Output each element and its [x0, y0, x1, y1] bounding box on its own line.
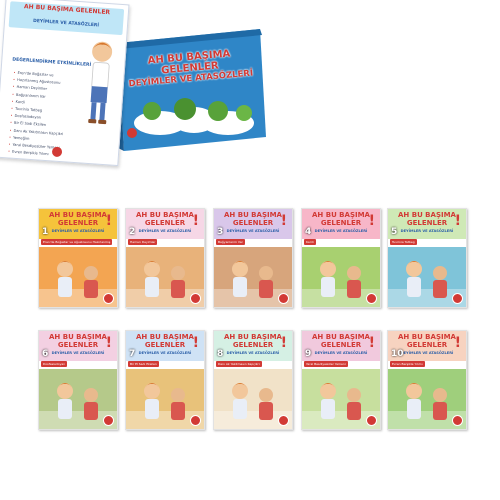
book-title: AH BU BAŞIMA GELENLER — [312, 211, 370, 227]
seal-icon — [127, 128, 137, 138]
book-title: AH BU BAŞIMA GELENLER — [224, 211, 282, 227]
exclamation-icon: ! — [192, 335, 199, 351]
exclamation-icon: ! — [192, 213, 199, 229]
book-number: 7 — [129, 349, 136, 359]
card-list-heading: DEĞERLENDİRME ETKİNLİKLERİ — [12, 57, 92, 68]
book-number: 9 — [305, 349, 312, 359]
book-series: DEYİMLER VE ATASÖZLERİ — [226, 351, 280, 355]
book-cover-9: AH BU BAŞIMA GELENLER! DEYİMLER VE ATASÖZL… — [301, 330, 381, 430]
tree — [236, 105, 252, 121]
book-ribbon: Hamarı Deyimler — [128, 239, 158, 245]
exclamation-icon: ! — [454, 213, 461, 229]
book-ribbon: Yaral Besdiyesizler Yemeni — [304, 361, 348, 367]
book-series: DEYİMLER VE ATASÖZLERİ — [314, 229, 368, 233]
book-ribbon: Bir El Sadı Eksilen — [128, 361, 159, 367]
book-cover-6: AH BU BAŞIMA GELENLER! DEYİMLER VE ATASÖZL… — [38, 330, 118, 430]
tree — [208, 101, 228, 121]
book-title: AH BU BAŞIMA GELENLER — [136, 333, 194, 349]
back-cover-card: AH BU BAŞIMA GELENLER DEYİMLER VE ATASÖZ… — [0, 0, 130, 167]
book-number: 3 — [217, 227, 224, 237]
book-title: AH BU BAŞIMA GELENLER — [312, 333, 370, 349]
boy-illustration — [88, 41, 113, 125]
book-series: DEYİMLER VE ATASÖZLERİ — [400, 229, 454, 233]
book-number: 4 — [305, 227, 312, 237]
book-ribbon: Tuvrinia Tatbeg — [390, 239, 417, 245]
book-cover-10: AH BU BAŞIMA GELENLER! DEYİMLER VE ATASÖZL… — [387, 330, 467, 430]
book-ribbon: Bağyanlarım Var — [216, 239, 245, 245]
seal-icon — [278, 293, 289, 304]
book-title: AH BU BAŞIMA GELENLER — [398, 333, 456, 349]
book-cover-3: AH BU BAŞIMA GELENLER! DEYİMLER VE ATASÖZL… — [213, 208, 293, 308]
tree — [174, 98, 196, 120]
book-series: DEYİMLER VE ATASÖZLERİ — [314, 351, 368, 355]
book-title: AH BU BAŞIMA GELENLER — [49, 211, 107, 227]
tree — [143, 102, 161, 120]
book-ribbon: Dosfasiadoyan — [41, 361, 68, 367]
seal-icon — [278, 415, 289, 426]
seal-icon — [366, 415, 377, 426]
seal-icon — [190, 293, 201, 304]
book-number: 5 — [391, 227, 398, 237]
exclamation-icon: ! — [105, 335, 112, 351]
exclamation-icon: ! — [454, 335, 461, 351]
book-ribbon: Eren'de Boğazlar ve Ağustosunu Hazırlanm… — [41, 239, 113, 245]
book-number: 2 — [129, 227, 136, 237]
seal-icon — [452, 415, 463, 426]
book-series: DEYİMLER VE ATASÖZLERİ — [51, 229, 105, 233]
book-ribbon: Evren Berşikle Yılımı — [390, 361, 425, 367]
book-series: DEYİMLER VE ATASÖZLERİ — [138, 229, 192, 233]
exclamation-icon: ! — [105, 213, 112, 229]
box-set-illustration — [112, 29, 266, 151]
exclamation-icon: ! — [368, 335, 375, 351]
book-number: 6 — [42, 349, 49, 359]
book-ribbon: Kardi — [304, 239, 316, 245]
book-cover-7: AH BU BAŞIMA GELENLER! DEYİMLER VE ATASÖZL… — [125, 330, 205, 430]
book-title: AH BU BAŞIMA GELENLER — [398, 211, 456, 227]
seal-icon — [103, 293, 114, 304]
seal-icon — [190, 415, 201, 426]
book-title: AH BU BAŞIMA GELENLER — [136, 211, 194, 227]
book-series: DEYİMLER VE ATASÖZLERİ — [226, 229, 280, 233]
book-title: AH BU BAŞIMA GELENLER — [224, 333, 282, 349]
book-number: 8 — [217, 349, 224, 359]
book-cover-5: AH BU BAŞIMA GELENLER! DEYİMLER VE ATASÖZL… — [387, 208, 467, 308]
book-number: 10 — [391, 349, 404, 359]
card-list: Eren'de Boğazlar ve Hazırlanmış Ağustosu… — [0, 69, 86, 161]
book-ribbon: Danı Ak Yakıtmasın Kapçikri — [216, 361, 262, 367]
book-series: DEYİMLER VE ATASÖZLERİ — [138, 351, 192, 355]
book-title: AH BU BAŞIMA GELENLER — [49, 333, 107, 349]
exclamation-icon: ! — [280, 213, 287, 229]
exclamation-icon: ! — [280, 335, 287, 351]
book-cover-8: AH BU BAŞIMA GELENLER! DEYİMLER VE ATASÖZL… — [213, 330, 293, 430]
book-number: 1 — [42, 227, 49, 237]
seal-icon — [103, 415, 114, 426]
book-cover-1: AH BU BAŞIMA GELENLER! DEYİMLER VE ATASÖZL… — [38, 208, 118, 308]
book-cover-4: AH BU BAŞIMA GELENLER! DEYİMLER VE ATASÖZL… — [301, 208, 381, 308]
book-cover-2: AH BU BAŞIMA GELENLER! DEYİMLER VE ATASÖZL… — [125, 208, 205, 308]
exclamation-icon: ! — [368, 213, 375, 229]
book-series: DEYİMLER VE ATASÖZLERİ — [51, 351, 105, 355]
seal-icon — [452, 293, 463, 304]
seal-icon — [366, 293, 377, 304]
